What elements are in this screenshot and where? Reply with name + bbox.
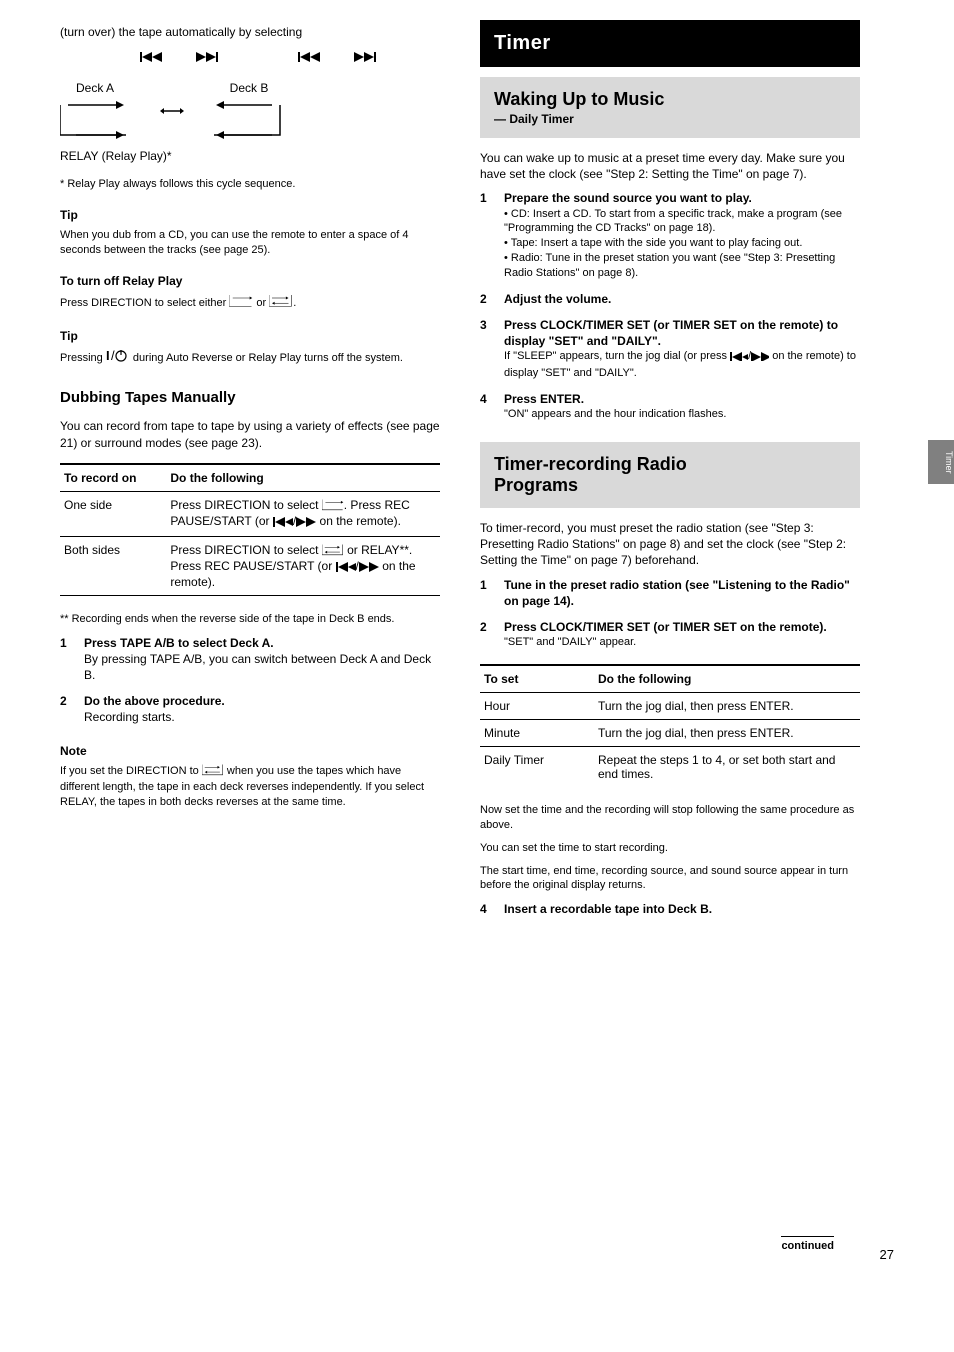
step-heading: Tune in the preset radio station (see "L… [504, 577, 860, 609]
step-3: 3 Press CLOCK/TIMER SET (or TIMER SET on… [480, 317, 860, 381]
th-record-on: To record on [60, 464, 166, 492]
bullet: • Radio: Tune in the preset station you … [504, 251, 860, 281]
th-do-following: Do the following [166, 464, 440, 492]
td-one-side-instr: Press DIRECTION to select . Press REC PA… [166, 491, 440, 536]
waking-up-header: Waking Up to Music — Daily Timer [480, 77, 860, 138]
skip-next-icon [359, 561, 379, 575]
skip-next-icon [751, 351, 769, 366]
step-heading: Prepare the sound source you want to pla… [504, 190, 860, 206]
step-heading: Adjust the volume. [504, 291, 860, 307]
skip-prev-icon [336, 561, 356, 575]
skip-prev-icon [730, 351, 748, 366]
tip-heading: Tip [60, 208, 440, 222]
waking-intro: You can wake up to music at a preset tim… [480, 150, 860, 182]
skip-prev-icon [273, 516, 293, 530]
rec-note: Now set the time and the recording will … [480, 803, 860, 833]
timer-rec-intro: To timer-record, you must preset the rad… [480, 520, 860, 569]
continued-label: continued [781, 1236, 834, 1252]
waking-up-title: Waking Up to Music [494, 89, 846, 110]
th-to-set: To set [480, 665, 594, 693]
relay-icon [60, 99, 130, 141]
timer-section-header: Timer [480, 20, 860, 67]
step-1: 1 Press TAPE A/B to select Deck A. By pr… [60, 635, 440, 684]
footnote-star: * Relay Play always follows this cycle s… [60, 177, 440, 192]
table-footnote: ** Recording ends when the reverse side … [60, 612, 440, 627]
tip-text: When you dub from a CD, you can use the … [60, 228, 440, 258]
step-heading: Press TAPE A/B to select Deck A. [84, 635, 440, 651]
intro-line: (turn over) the tape automatically by se… [60, 24, 440, 40]
record-options-table: To record on Do the following One side P… [60, 463, 440, 596]
td-both-sides-instr: Press DIRECTION to select or RELAY**. Pr… [166, 536, 440, 595]
td-minute: Minute [480, 720, 594, 747]
tip-heading: Tip [60, 329, 440, 343]
note-text: If you set the DIRECTION to when you use… [60, 764, 440, 811]
loop-icon [322, 544, 344, 559]
oneway-icon [322, 499, 344, 514]
step-2: 2 Do the above procedure. Recording star… [60, 693, 440, 725]
timer-rec-title1: Timer-recording Radio [494, 454, 846, 475]
deck-b-label: Deck B [230, 81, 269, 95]
timer-title: Timer [494, 32, 846, 55]
td-daily-timer: Daily Timer [480, 747, 594, 788]
th-do-following: Do the following [594, 665, 860, 693]
step-heading: Press CLOCK/TIMER SET (or TIMER SET on t… [504, 317, 860, 349]
step-heading: Press ENTER. [504, 391, 860, 407]
right-column: Timer Waking Up to Music — Daily Timer Y… [480, 20, 860, 923]
step-heading: Press CLOCK/TIMER SET (or TIMER SET on t… [504, 619, 860, 635]
skip-prev-icon [298, 52, 324, 67]
deck-a-label: Deck A [76, 81, 114, 95]
step-text: If "SLEEP" appears, turn the jog dial (o… [504, 349, 860, 381]
step-2: 2 Adjust the volume. [480, 291, 860, 307]
step-text: By pressing TAPE A/B, you can switch bet… [84, 651, 440, 683]
timer-rec-title2: Programs [494, 475, 846, 496]
side-tab: Timer [928, 440, 954, 484]
td-one-side: One side [60, 491, 166, 536]
relay-label: RELAY (Relay Play)* [60, 149, 440, 163]
step-text: "ON" appears and the hour indication fla… [504, 407, 860, 422]
step-4: 4 Insert a recordable tape into Deck B. [480, 901, 860, 917]
td-daily-timer-instr: Repeat the steps 1 to 4, or set both sta… [594, 747, 860, 788]
step-2: 2 Press CLOCK/TIMER SET (or TIMER SET on… [480, 619, 860, 650]
skip-next-icon [196, 52, 222, 67]
dubbing-intro: You can record from tape to tape by usin… [60, 418, 440, 450]
step-1: 1 Tune in the preset radio station (see … [480, 577, 860, 609]
page-number: 27 [880, 1247, 894, 1262]
timer-recording-header: Timer-recording Radio Programs [480, 442, 860, 508]
skip-next-icon [354, 52, 380, 67]
skip-icons-row [140, 52, 440, 67]
rec-note: You can set the time to start recording. [480, 841, 860, 856]
step-text: "SET" and "DAILY" appear. [504, 635, 860, 650]
note-heading: Note [60, 744, 440, 758]
loop-icon [202, 764, 224, 781]
bullet: • CD: Insert a CD. To start from a speci… [504, 207, 860, 237]
td-both-sides: Both sides [60, 536, 166, 595]
step-heading: Do the above procedure. [84, 693, 440, 709]
relay-diagram: Deck A Deck B [60, 81, 440, 141]
dubbing-heading: Dubbing Tapes Manually [60, 389, 440, 406]
waking-up-sub: — Daily Timer [494, 112, 846, 126]
td-minute-instr: Turn the jog dial, then press ENTER. [594, 720, 860, 747]
oneway-icon [229, 294, 253, 313]
td-hour: Hour [480, 693, 594, 720]
loop-icon [269, 294, 293, 313]
skip-next-icon [296, 516, 316, 530]
relay-off-text: Press DIRECTION to select either or . [60, 294, 440, 313]
double-arrow-icon [160, 105, 184, 117]
td-hour-instr: Turn the jog dial, then press ENTER. [594, 693, 860, 720]
set-time-table: To set Do the following Hour Turn the jo… [480, 664, 860, 787]
bullet: • Tape: Insert a tape with the side you … [504, 236, 860, 251]
power-icon [106, 349, 130, 368]
step-1: 1 Prepare the sound source you want to p… [480, 190, 860, 280]
relay-icon [214, 99, 284, 141]
rec-note: The start time, end time, recording sour… [480, 864, 860, 894]
left-column: (turn over) the tape automatically by se… [60, 20, 440, 923]
skip-prev-icon [140, 52, 166, 67]
tip-text: Pressing during Auto Reverse or Relay Pl… [60, 349, 440, 368]
relay-off-heading: To turn off Relay Play [60, 274, 440, 288]
step-heading: Insert a recordable tape into Deck B. [504, 901, 860, 917]
step-4: 4 Press ENTER. "ON" appears and the hour… [480, 391, 860, 422]
step-text: Recording starts. [84, 709, 440, 725]
